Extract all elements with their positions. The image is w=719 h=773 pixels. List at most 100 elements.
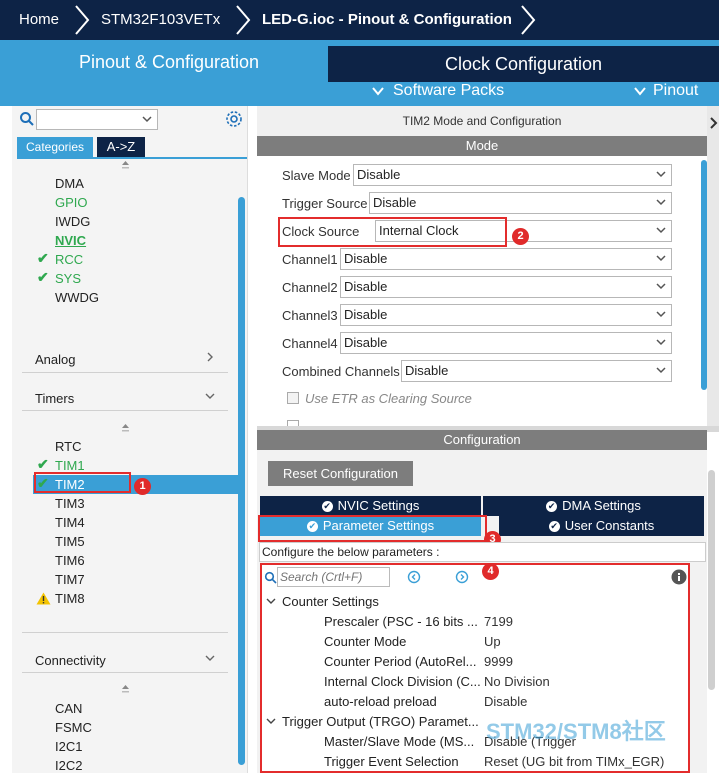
category-dma[interactable]: DMA xyxy=(55,176,84,191)
param-value[interactable]: Up xyxy=(484,634,501,649)
channel4-select[interactable]: Disable xyxy=(340,332,672,354)
section-timers[interactable]: Timers xyxy=(35,391,74,406)
chevron-down-icon[interactable] xyxy=(266,717,276,725)
search-icon xyxy=(264,571,277,584)
category-iwdg[interactable]: IWDG xyxy=(55,214,90,229)
parameter-search-input[interactable] xyxy=(277,567,390,587)
annotation-box-1 xyxy=(34,472,131,493)
category-search-combo[interactable] xyxy=(36,109,158,130)
check-icon: ✔ xyxy=(37,456,49,472)
chevron-down-icon xyxy=(205,393,215,399)
slave-mode-value: Disable xyxy=(357,167,401,182)
chevron-down-icon xyxy=(142,116,152,123)
tab-underline xyxy=(17,157,247,159)
timer-tim1[interactable]: TIM1 xyxy=(55,458,85,473)
chevron-right-icon xyxy=(521,5,536,35)
chevron-right-icon[interactable] xyxy=(709,116,718,130)
conn-i2c1[interactable]: I2C1 xyxy=(55,739,82,754)
param-name: Counter Mode xyxy=(324,634,407,649)
category-gpio[interactable]: GPIO xyxy=(55,195,88,210)
param-value[interactable]: Disable xyxy=(484,694,527,709)
conn-i2c2[interactable]: I2C2 xyxy=(55,758,82,773)
reset-configuration-button[interactable]: Reset Configuration xyxy=(268,461,413,486)
slave-mode-select[interactable]: Disable xyxy=(353,164,672,186)
timer-tim4[interactable]: TIM4 xyxy=(55,515,85,530)
counter-settings-group[interactable]: Counter Settings xyxy=(282,594,379,609)
section-analog[interactable]: Analog xyxy=(35,352,75,367)
chevron-down-icon xyxy=(656,171,666,178)
software-packs-menu[interactable]: Software Packs xyxy=(393,78,504,104)
trigger-source-label: Trigger Source xyxy=(282,196,368,211)
panel-title: TIM2 Mode and Configuration xyxy=(257,106,707,136)
divider xyxy=(22,672,228,673)
param-name: auto-reload preload xyxy=(324,694,437,709)
chevron-down-icon xyxy=(372,87,384,96)
scroll-up-icon[interactable] xyxy=(121,423,130,433)
category-wwdg[interactable]: WWDG xyxy=(55,290,99,305)
tab-clock-configuration[interactable]: Clock Configuration xyxy=(328,46,719,82)
timer-tim8[interactable]: TIM8 xyxy=(55,591,85,606)
param-value[interactable]: No Division xyxy=(484,674,550,689)
channel2-select[interactable]: Disable xyxy=(340,276,672,298)
config-hint: Configure the below parameters : xyxy=(259,542,706,562)
conn-can[interactable]: CAN xyxy=(55,701,82,716)
chevron-down-icon[interactable] xyxy=(266,597,276,605)
trigger-source-select[interactable]: Disable xyxy=(369,192,672,214)
search-icon[interactable] xyxy=(19,111,35,127)
timer-rtc[interactable]: RTC xyxy=(55,439,81,454)
scroll-up-icon[interactable] xyxy=(121,684,130,694)
chevron-right-icon xyxy=(236,5,251,35)
breadcrumb-file[interactable]: LED-G.ioc - Pinout & Configuration xyxy=(262,0,512,40)
gear-icon[interactable] xyxy=(225,110,243,128)
pinout-menu[interactable]: Pinout xyxy=(653,78,698,104)
side-strip xyxy=(707,106,719,426)
breadcrumb-device[interactable]: STM32F103VETx xyxy=(101,0,220,40)
scroll-up-icon[interactable] xyxy=(121,160,130,170)
tab-dma-settings[interactable]: ✔ DMA Settings xyxy=(483,496,704,516)
annotation-box-3 xyxy=(258,515,487,542)
param-value[interactable]: 7199 xyxy=(484,614,513,629)
timer-tim6[interactable]: TIM6 xyxy=(55,553,85,568)
timer-tim3[interactable]: TIM3 xyxy=(55,496,85,511)
param-value[interactable]: 9999 xyxy=(484,654,513,669)
annotation-badge-1: 1 xyxy=(134,478,151,495)
slave-mode-label: Slave Mode xyxy=(282,168,351,183)
trgo-group[interactable]: Trigger Output (TRGO) Paramet... xyxy=(282,714,479,729)
tab-a-z[interactable]: A->Z xyxy=(97,137,145,157)
channel4-value: Disable xyxy=(344,335,388,350)
channel1-value: Disable xyxy=(344,251,388,266)
config-scrollbar[interactable] xyxy=(708,470,715,690)
timer-tim7[interactable]: TIM7 xyxy=(55,572,85,587)
param-name: Master/Slave Mode (MS... xyxy=(324,734,475,749)
category-rcc[interactable]: RCC xyxy=(55,252,83,267)
chevron-down-icon xyxy=(656,227,666,234)
param-value[interactable]: Reset (UG bit from TIMx_EGR) xyxy=(484,754,664,769)
param-name: Prescaler (PSC - 16 bits ... xyxy=(324,614,478,629)
etr-checkbox[interactable] xyxy=(287,392,299,404)
tab-user-constants[interactable]: ✔ User Constants xyxy=(499,516,704,536)
next-icon[interactable] xyxy=(455,570,469,584)
channel4-label: Channel4 xyxy=(282,336,338,351)
etr-label: Use ETR as Clearing Source xyxy=(305,391,472,406)
channel3-select[interactable]: Disable xyxy=(340,304,672,326)
chevron-down-icon xyxy=(205,655,215,661)
previous-icon[interactable] xyxy=(407,570,421,584)
tab-categories[interactable]: Categories xyxy=(17,137,93,157)
category-nvic[interactable]: NVIC xyxy=(55,233,86,248)
breadcrumb-home[interactable]: Home xyxy=(19,0,59,40)
combined-channels-label: Combined Channels xyxy=(282,364,400,379)
param-name: Internal Clock Division (C... xyxy=(324,674,481,689)
info-icon[interactable] xyxy=(671,569,687,585)
mode-scrollbar[interactable] xyxy=(701,160,707,390)
conn-fsmc[interactable]: FSMC xyxy=(55,720,92,735)
category-sys[interactable]: SYS xyxy=(55,271,81,286)
timer-tim5[interactable]: TIM5 xyxy=(55,534,85,549)
tab-pinout-configuration[interactable]: Pinout & Configuration xyxy=(12,44,326,80)
tab-nvic-settings[interactable]: ✔ NVIC Settings xyxy=(260,496,481,516)
channel1-select[interactable]: Disable xyxy=(340,248,672,270)
combined-channels-select[interactable]: Disable xyxy=(401,360,672,382)
check-icon: ✔ xyxy=(37,250,49,266)
main-tab-bar: Pinout & Configuration Clock Configurati… xyxy=(0,40,719,106)
check-icon: ✔ xyxy=(37,269,49,285)
section-connectivity[interactable]: Connectivity xyxy=(35,653,106,668)
